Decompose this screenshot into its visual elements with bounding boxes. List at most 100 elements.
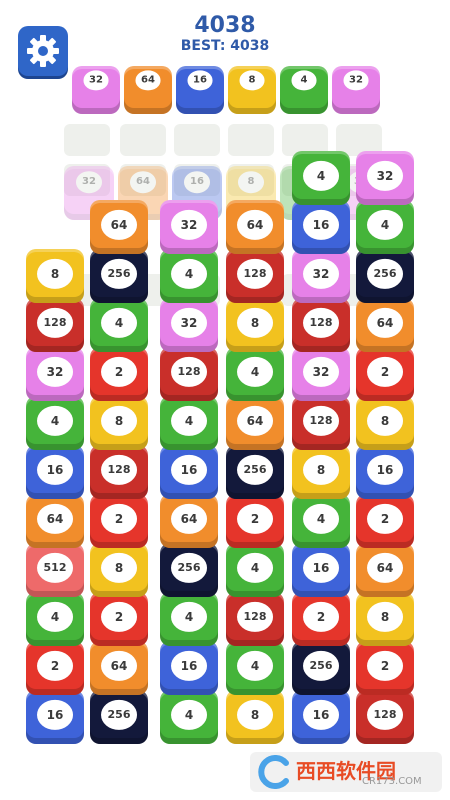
cube-16: 16 (356, 445, 414, 499)
cube-value: 8 (37, 258, 73, 289)
cube-8[interactable]: 8 (228, 66, 276, 114)
empty-cell (120, 124, 166, 156)
cube-16[interactable]: 16 (176, 66, 224, 114)
watermark-subtitle: CR173.COM (362, 776, 422, 787)
cube-4: 4 (160, 592, 218, 646)
cube-value: 256 (367, 258, 403, 289)
cube-value: 8 (367, 601, 403, 632)
cube-4: 4 (160, 396, 218, 450)
cube-4: 4 (226, 641, 284, 695)
cube-value: 16 (367, 454, 403, 485)
cube-64: 64 (90, 200, 148, 254)
cube-value: 128 (237, 258, 273, 289)
watermark: 西西软件园 CR173.COM (250, 752, 442, 792)
cube-4: 4 (292, 151, 350, 205)
cube-value: 128 (101, 454, 137, 485)
cube-128: 128 (356, 690, 414, 744)
cube-32: 32 (26, 347, 84, 401)
cube-128: 128 (292, 396, 350, 450)
cube-256: 256 (160, 543, 218, 597)
cube-128: 128 (160, 347, 218, 401)
best-value: 4038 (230, 38, 270, 54)
cube-value: 8 (101, 405, 137, 436)
cube-64[interactable]: 64 (124, 66, 172, 114)
cube-256: 256 (292, 641, 350, 695)
watermark-logo-icon (258, 755, 289, 789)
cube-value: 64 (237, 209, 273, 240)
cube-value: 4 (37, 405, 73, 436)
empty-cell (228, 124, 274, 156)
cube-256: 256 (90, 249, 148, 303)
cube-64: 64 (90, 641, 148, 695)
cube-value: 4 (171, 699, 207, 730)
cube-2: 2 (356, 494, 414, 548)
cube-value: 8 (101, 552, 137, 583)
cube-value: 64 (367, 307, 403, 338)
cube-value: 16 (171, 650, 207, 681)
cube-value: 4 (171, 258, 207, 289)
cube-64: 64 (356, 298, 414, 352)
cube-value: 2 (237, 503, 273, 534)
cube-value: 64 (171, 503, 207, 534)
cube-value: 32 (367, 160, 403, 191)
cube-64: 64 (226, 200, 284, 254)
cube-value: 256 (171, 552, 207, 583)
cube-value: 32 (83, 70, 109, 90)
cube-64: 64 (356, 543, 414, 597)
cube-value: 4 (101, 307, 137, 338)
cube-value: 2 (303, 601, 339, 632)
cube-value: 256 (237, 454, 273, 485)
cube-value: 16 (184, 171, 210, 193)
cube-value: 16 (37, 699, 73, 730)
cube-16: 16 (292, 543, 350, 597)
cube-value: 64 (367, 552, 403, 583)
empty-cell (64, 124, 110, 156)
cube-value: 64 (237, 405, 273, 436)
cube-value: 32 (171, 307, 207, 338)
cube-value: 32 (343, 70, 369, 90)
best-label: BEST: (180, 38, 226, 54)
cube-4: 4 (160, 249, 218, 303)
cube-value: 128 (171, 356, 207, 387)
cube-value: 2 (101, 503, 137, 534)
cube-2: 2 (292, 592, 350, 646)
cube-2: 2 (90, 592, 148, 646)
cube-32: 32 (292, 249, 350, 303)
cube-2: 2 (226, 494, 284, 548)
cube-value: 4 (171, 601, 207, 632)
cube-128: 128 (292, 298, 350, 352)
game-screen: 4038 BEST: 4038 3264168432 3264168432 16… (0, 0, 450, 800)
gear-icon (27, 35, 59, 67)
cube-8: 8 (356, 592, 414, 646)
cube-8: 8 (26, 249, 84, 303)
cube-value: 128 (303, 405, 339, 436)
cube-value: 64 (101, 650, 137, 681)
cube-value: 2 (37, 650, 73, 681)
cube-value: 256 (303, 650, 339, 681)
settings-button[interactable] (18, 26, 68, 76)
cube-value: 8 (238, 171, 264, 193)
cube-value: 128 (37, 307, 73, 338)
cube-512: 512 (26, 543, 84, 597)
cube-8: 8 (292, 445, 350, 499)
cube-16: 16 (26, 445, 84, 499)
cube-32[interactable]: 32 (72, 66, 120, 114)
cube-value: 8 (237, 307, 273, 338)
empty-cell (174, 124, 220, 156)
cube-value: 4 (237, 552, 273, 583)
cube-value: 4 (291, 70, 317, 90)
cube-32: 32 (160, 298, 218, 352)
cube-16: 16 (292, 690, 350, 744)
cube-value: 16 (187, 70, 213, 90)
cube-128: 128 (90, 445, 148, 499)
cube-8: 8 (90, 543, 148, 597)
cube-value: 4 (303, 503, 339, 534)
cube-value: 4 (237, 356, 273, 387)
cube-value: 32 (171, 209, 207, 240)
cube-4: 4 (356, 200, 414, 254)
cube-4[interactable]: 4 (280, 66, 328, 114)
cube-32[interactable]: 32 (332, 66, 380, 114)
cube-value: 64 (37, 503, 73, 534)
cube-value: 16 (303, 552, 339, 583)
cube-16: 16 (160, 641, 218, 695)
